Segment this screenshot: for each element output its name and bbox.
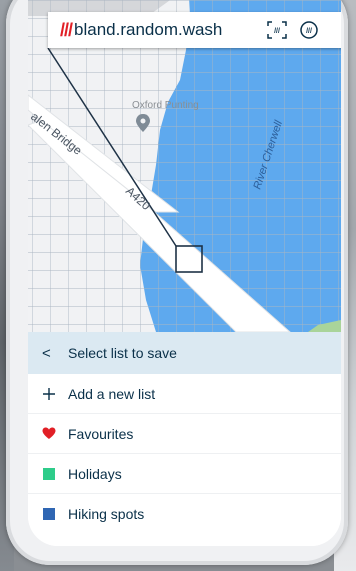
select-list-panel: < Select list to save Add a new list Fav… xyxy=(28,332,341,546)
phone-screen: Oxford Punting alen Bridge A420 River Ch… xyxy=(28,0,341,546)
heart-icon xyxy=(42,427,56,441)
w3w-address-bar[interactable]: /// bland.random.wash /// /// xyxy=(48,12,341,48)
svg-text:///: /// xyxy=(306,28,312,35)
w3w-address[interactable]: bland.random.wash xyxy=(74,20,222,40)
map-canvas: Oxford Punting alen Bridge A420 River Ch… xyxy=(28,0,341,332)
list-item-label: Hiking spots xyxy=(68,505,145,522)
voice-icon[interactable]: /// xyxy=(298,19,320,41)
square-icon xyxy=(42,507,56,521)
phone-frame: Oxford Punting alen Bridge A420 River Ch… xyxy=(6,0,348,565)
list-item-favourites[interactable]: Favourites xyxy=(28,414,341,454)
svg-text:///: /// xyxy=(274,28,280,35)
plus-icon xyxy=(42,387,56,401)
panel-title: Select list to save xyxy=(68,345,177,361)
list-item-label: Add a new list xyxy=(68,385,156,402)
list-item-holidays[interactable]: Holidays xyxy=(28,454,341,494)
list-item-label: Favourites xyxy=(68,425,134,442)
map-view[interactable]: Oxford Punting alen Bridge A420 River Ch… xyxy=(28,0,341,332)
panel-header[interactable]: < Select list to save xyxy=(28,332,341,374)
list-item-add-new[interactable]: Add a new list xyxy=(28,374,341,414)
list-item-hiking-spots[interactable]: Hiking spots xyxy=(28,494,341,533)
list-item-label: Holidays xyxy=(68,465,122,482)
square-icon xyxy=(42,467,56,481)
poi-label: Oxford Punting xyxy=(132,100,199,111)
back-chevron-icon[interactable]: < xyxy=(42,345,68,362)
w3w-slashes: /// xyxy=(60,19,73,40)
scan-icon[interactable]: /// xyxy=(266,19,288,41)
